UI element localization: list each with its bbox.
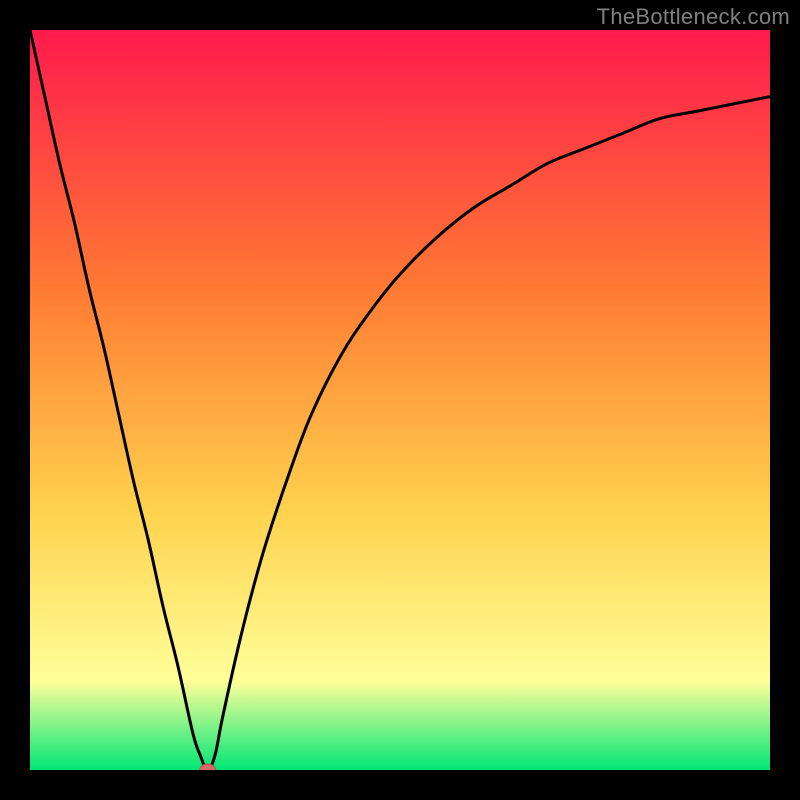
plot-area xyxy=(30,30,770,770)
gradient-background xyxy=(30,30,770,770)
chart-frame: TheBottleneck.com xyxy=(0,0,800,800)
bottleneck-chart xyxy=(30,30,770,770)
attribution-label: TheBottleneck.com xyxy=(597,4,790,30)
